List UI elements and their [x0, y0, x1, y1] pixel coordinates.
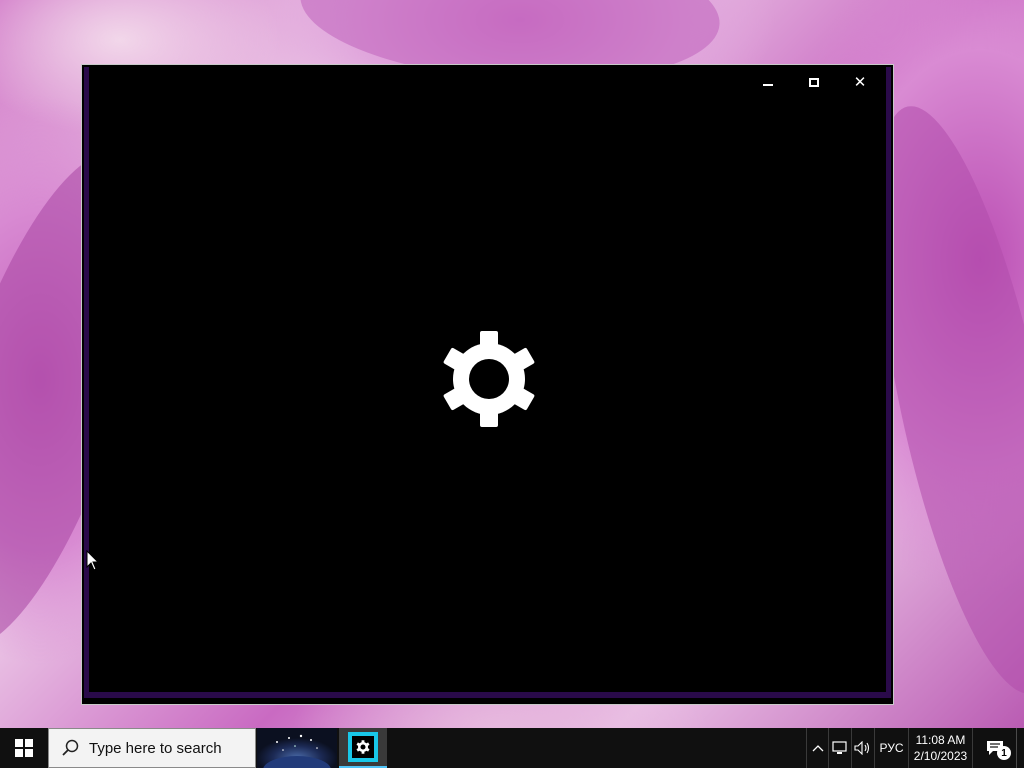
- taskbar-app-settings[interactable]: [339, 728, 387, 768]
- maximize-icon: [809, 77, 819, 87]
- windows-logo-icon: [15, 739, 33, 757]
- close-button[interactable]: ✕: [837, 69, 883, 95]
- taskbar-app-wallpaper[interactable]: [257, 728, 337, 768]
- taskbar: Type here to search РУС 11:08 AM 2/10/20…: [0, 728, 1024, 768]
- close-icon: ✕: [853, 73, 867, 91]
- notification-count-badge: 1: [997, 746, 1011, 760]
- settings-app-tile: [348, 732, 378, 762]
- volume-icon: [854, 741, 870, 755]
- starry-sky-icon: [263, 734, 331, 768]
- network-icon: [832, 741, 847, 754]
- minimize-button[interactable]: [745, 69, 791, 95]
- gear-icon: [443, 331, 535, 427]
- show-hidden-icons-button[interactable]: [806, 728, 828, 768]
- gear-icon: [356, 740, 370, 754]
- clock-date: 2/10/2023: [913, 749, 968, 763]
- show-desktop-button[interactable]: [1016, 728, 1024, 768]
- volume-button[interactable]: [851, 728, 874, 768]
- start-button[interactable]: [0, 728, 48, 768]
- app-window[interactable]: ✕: [81, 64, 894, 705]
- clock-time: 11:08 AM: [915, 733, 966, 747]
- chevron-up-icon: [812, 745, 823, 752]
- input-language-button[interactable]: РУС: [874, 728, 908, 768]
- minimize-icon: [763, 84, 773, 86]
- search-placeholder: Type here to search: [89, 739, 222, 757]
- search-input[interactable]: Type here to search: [48, 728, 256, 768]
- action-center-button[interactable]: 1: [972, 728, 1016, 768]
- maximize-button[interactable]: [791, 69, 837, 95]
- clock-button[interactable]: 11:08 AM 2/10/2023: [908, 728, 972, 768]
- mouse-cursor-icon: [86, 550, 100, 571]
- window-controls: ✕: [745, 69, 883, 95]
- search-icon: [62, 739, 79, 756]
- network-button[interactable]: [828, 728, 851, 768]
